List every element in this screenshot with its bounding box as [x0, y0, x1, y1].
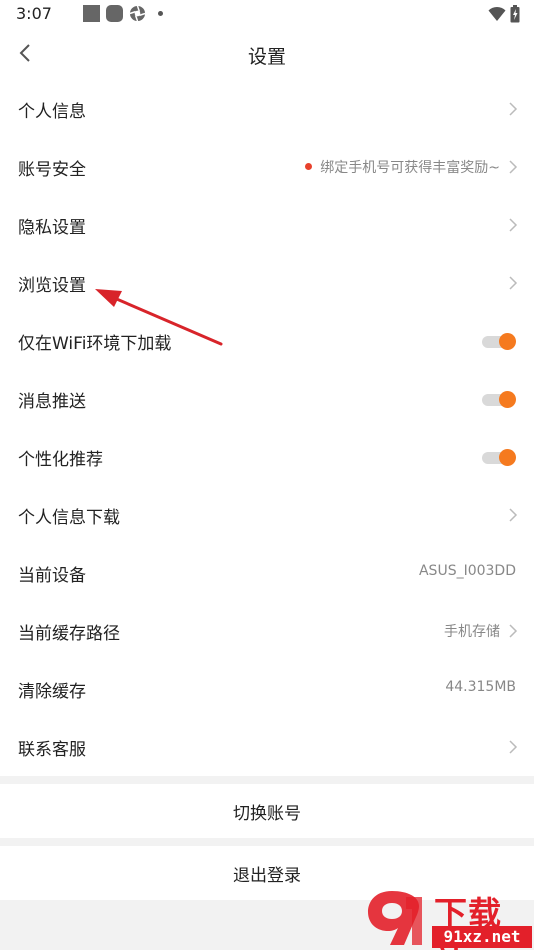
nav-bar: 设置	[0, 28, 534, 80]
wifi-icon	[488, 6, 506, 21]
wifi-only-toggle[interactable]	[482, 333, 516, 350]
settings-row-account-security[interactable]: 账号安全 绑定手机号可获得丰富奖励~	[0, 138, 534, 196]
settings-row-privacy[interactable]: 隐私设置	[0, 196, 534, 254]
row-label: 当前缓存路径	[18, 624, 120, 644]
section-divider	[0, 838, 534, 846]
row-label: 浏览设置	[18, 276, 86, 296]
device-value: ASUS_I003DD	[418, 563, 516, 579]
row-label: 个人信息下载	[18, 508, 120, 528]
more-notifications-dot	[158, 11, 163, 16]
settings-row-support[interactable]: 联系客服	[0, 718, 534, 776]
settings-list: 个人信息 账号安全 绑定手机号可获得丰富奖励~ 隐私设置 浏览设置 仅在WiFi…	[0, 80, 534, 776]
chevron-right-icon	[509, 160, 518, 174]
push-toggle[interactable]	[482, 391, 516, 408]
row-label: 隐私设置	[18, 218, 86, 238]
settings-row-push: 消息推送	[0, 370, 534, 428]
section-divider	[0, 776, 534, 784]
row-label: 清除缓存	[18, 682, 86, 702]
settings-row-clear-cache[interactable]: 清除缓存 44.315MB	[0, 660, 534, 718]
status-time: 3:07	[16, 4, 52, 23]
settings-row-download-info[interactable]: 个人信息下载	[0, 486, 534, 544]
bind-phone-hint: 绑定手机号可获得丰富奖励~	[305, 157, 500, 177]
row-label: 联系客服	[18, 740, 86, 760]
chevron-right-icon	[509, 218, 518, 232]
chevron-right-icon	[509, 624, 518, 638]
red-dot-icon	[305, 162, 313, 170]
chevron-right-icon	[509, 102, 518, 116]
site-watermark: 下载站 91xz.net	[358, 885, 534, 950]
watermark-logo-icon	[368, 891, 422, 945]
toggle-knob	[499, 449, 516, 466]
switch-account-button[interactable]: 切换账号	[0, 784, 534, 838]
cache-size-value: 44.315MB	[445, 679, 516, 695]
settings-row-personal-info[interactable]: 个人信息	[0, 80, 534, 138]
row-label: 仅在WiFi环境下加载	[18, 334, 172, 354]
settings-row-device: 当前设备 ASUS_I003DD	[0, 544, 534, 602]
row-label: 个人信息	[18, 102, 86, 122]
chevron-right-icon	[509, 508, 518, 522]
settings-row-browse[interactable]: 浏览设置	[0, 254, 534, 312]
chevron-right-icon	[509, 740, 518, 754]
notification-rounded-square-icon	[106, 5, 123, 22]
row-label: 账号安全	[18, 160, 86, 180]
toggle-knob	[499, 391, 516, 408]
personalized-toggle[interactable]	[482, 449, 516, 466]
row-label: 消息推送	[18, 392, 86, 412]
cache-path-value: 手机存储	[444, 624, 500, 640]
battery-charging-icon	[510, 5, 520, 23]
watermark-url: 91xz.net	[432, 926, 532, 948]
settings-row-personalized: 个性化推荐	[0, 428, 534, 486]
settings-row-cache-path[interactable]: 当前缓存路径 手机存储	[0, 602, 534, 660]
settings-row-wifi-only: 仅在WiFi环境下加载	[0, 312, 534, 370]
row-label: 个性化推荐	[18, 450, 103, 470]
notification-square-icon	[83, 5, 100, 22]
hint-text: 绑定手机号可获得丰富奖励~	[320, 160, 500, 176]
status-bar: 3:07	[0, 0, 534, 28]
toggle-knob	[499, 333, 516, 350]
notification-icons	[83, 5, 163, 22]
page-title: 设置	[247, 46, 286, 68]
aperture-icon	[129, 5, 146, 22]
row-label: 当前设备	[18, 566, 86, 586]
chevron-right-icon	[509, 276, 518, 290]
system-icons	[488, 5, 520, 23]
